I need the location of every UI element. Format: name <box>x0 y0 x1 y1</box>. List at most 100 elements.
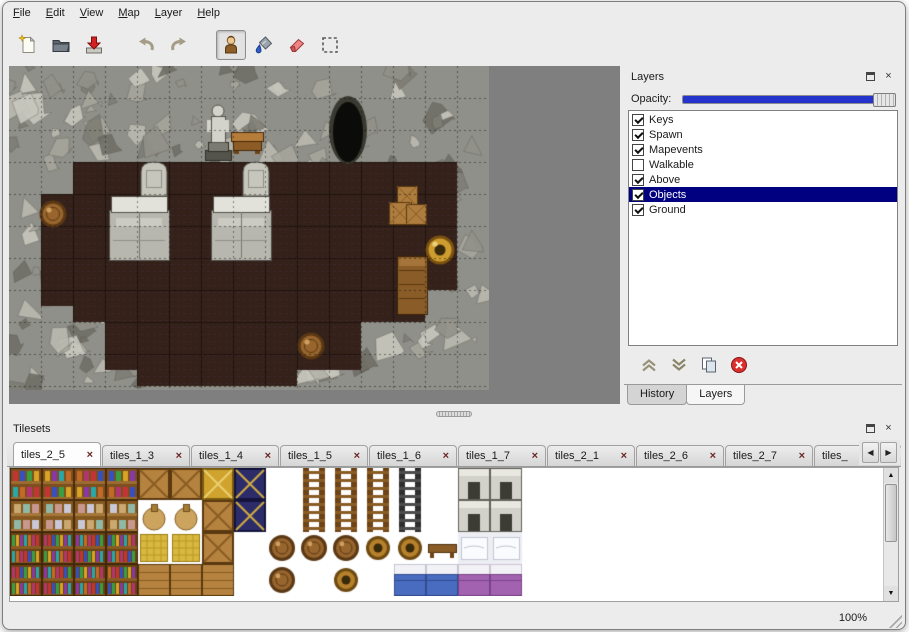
layer-toolbar <box>628 352 898 378</box>
menu-edit[interactable]: Edit <box>46 7 65 19</box>
layer-name: Objects <box>649 189 686 201</box>
layer-visible-checkbox[interactable] <box>632 174 644 186</box>
tab-close-icon[interactable]: × <box>799 451 805 462</box>
layer-name: Ground <box>649 204 686 216</box>
resize-grip[interactable] <box>887 613 902 628</box>
eraser-tool-icon <box>286 34 308 56</box>
tab-close-icon[interactable]: × <box>443 451 449 462</box>
layer-row-keys[interactable]: Keys <box>629 112 897 127</box>
tileset-tab-bar: tiles_2_5 × tiles_1_3 × tiles_1_4 × tile… <box>7 440 901 467</box>
duplicate-layer-button[interactable] <box>700 356 718 374</box>
layers-detach-button[interactable] <box>864 70 877 83</box>
layers-close-button[interactable]: × <box>882 70 895 83</box>
layers-panel-titlebar[interactable]: Layers × <box>628 68 898 85</box>
layer-name: Spawn <box>649 129 683 141</box>
raise-layer-button[interactable] <box>640 357 658 373</box>
layer-name: Mapevents <box>649 144 703 156</box>
raise-layer-icon <box>640 357 658 373</box>
tab-close-icon[interactable]: × <box>265 451 271 462</box>
tab-layers[interactable]: Layers <box>686 385 745 405</box>
opacity-row: Opacity: <box>628 90 898 108</box>
layer-row-walkable[interactable]: Walkable <box>629 157 897 172</box>
horizontal-splitter[interactable] <box>7 408 901 420</box>
close-icon: × <box>885 423 891 434</box>
tab-close-icon[interactable]: × <box>176 451 182 462</box>
tileset-content: ▲ ▼ <box>9 467 899 602</box>
eraser-tool-button[interactable] <box>282 30 312 60</box>
tileset-tab-tiles_2_1[interactable]: tiles_2_1 × <box>547 445 635 466</box>
select-tool-icon <box>319 34 341 56</box>
layer-row-objects[interactable]: Objects <box>629 187 897 202</box>
layer-row-above[interactable]: Above <box>629 172 897 187</box>
layer-visible-checkbox[interactable] <box>632 114 644 126</box>
layer-visible-checkbox[interactable] <box>632 204 644 216</box>
map-canvas[interactable] <box>9 66 489 390</box>
tab-close-icon[interactable]: × <box>354 451 360 462</box>
redo-button[interactable] <box>164 30 194 60</box>
layer-list: Keys Spawn Mapevents Walkable Above Obje… <box>628 110 898 346</box>
layer-visible-checkbox[interactable] <box>632 159 644 171</box>
stamp-tool-button[interactable] <box>216 30 246 60</box>
fill-tool-button[interactable] <box>249 30 279 60</box>
open-folder-button[interactable] <box>46 30 76 60</box>
tileset-tab-tiles_1_7[interactable]: tiles_1_7 × <box>458 445 546 466</box>
layer-row-spawn[interactable]: Spawn <box>629 127 897 142</box>
scroll-down-button[interactable]: ▼ <box>884 586 898 601</box>
opacity-slider-handle[interactable] <box>873 93 896 107</box>
tilesets-panel-title: Tilesets <box>13 423 51 435</box>
delete-layer-button[interactable] <box>730 356 748 374</box>
layer-row-mapevents[interactable]: Mapevents <box>629 142 897 157</box>
stamp-tool-icon <box>220 34 242 56</box>
scroll-tabs-right-button[interactable]: ▶ <box>880 442 897 463</box>
layer-name: Walkable <box>649 159 694 171</box>
toolbar <box>3 26 905 64</box>
tilesets-close-button[interactable]: × <box>882 422 895 435</box>
tileset-canvas[interactable] <box>10 468 554 596</box>
undo-button[interactable] <box>131 30 161 60</box>
tileset-tab-tiles_1_4[interactable]: tiles_1_4 × <box>191 445 279 466</box>
save-icon <box>83 34 105 56</box>
save-button[interactable] <box>79 30 109 60</box>
tab-close-icon[interactable]: × <box>87 450 93 461</box>
menu-view[interactable]: View <box>80 7 104 19</box>
layer-row-ground[interactable]: Ground <box>629 202 897 217</box>
detach-icon <box>866 424 875 433</box>
layer-visible-checkbox[interactable] <box>632 189 644 201</box>
layer-visible-checkbox[interactable] <box>632 129 644 141</box>
tilesets-panel-titlebar[interactable]: Tilesets × <box>10 420 898 437</box>
tileset-tab-tiles_2_5[interactable]: tiles_2_5 × <box>13 442 101 467</box>
select-tool-button[interactable] <box>315 30 345 60</box>
dock-tab-bar: History Layers <box>624 384 902 408</box>
scroll-up-button[interactable]: ▲ <box>884 468 898 483</box>
tileset-tab-tiles_2_7[interactable]: tiles_2_7 × <box>725 445 813 466</box>
tab-close-icon[interactable]: × <box>710 451 716 462</box>
tileset-tab-tiles_2_6[interactable]: tiles_2_6 × <box>636 445 724 466</box>
lower-layer-icon <box>670 357 688 373</box>
menu-layer[interactable]: Layer <box>155 7 183 19</box>
scrollbar-thumb[interactable] <box>885 484 897 542</box>
opacity-slider[interactable] <box>682 95 896 104</box>
scroll-tabs-left-button[interactable]: ◀ <box>862 442 879 463</box>
open-folder-icon <box>50 34 72 56</box>
menu-map[interactable]: Map <box>118 7 139 19</box>
lower-layer-button[interactable] <box>670 357 688 373</box>
splitter-grip-icon <box>436 411 472 417</box>
menu-help[interactable]: Help <box>197 7 220 19</box>
tilesets-detach-button[interactable] <box>864 422 877 435</box>
tab-scroll-arrows: ◀ ▶ <box>859 440 900 465</box>
layer-name: Above <box>649 174 680 186</box>
layer-visible-checkbox[interactable] <box>632 144 644 156</box>
tab-close-icon[interactable]: × <box>621 451 627 462</box>
tileset-tab-tiles_1_3[interactable]: tiles_1_3 × <box>102 445 190 466</box>
tileset-tab-tiles_1_5[interactable]: tiles_1_5 × <box>280 445 368 466</box>
status-bar: 100% <box>3 606 905 630</box>
tilesets-panel: Tilesets × tiles_2_5 × tiles_1_3 × tiles… <box>6 420 902 606</box>
menu-file[interactable]: File <box>13 7 31 19</box>
menu-bar: File Edit View Map Layer Help <box>3 2 905 24</box>
tab-history[interactable]: History <box>627 385 687 405</box>
opacity-label: Opacity: <box>631 93 671 105</box>
tab-close-icon[interactable]: × <box>532 451 538 462</box>
tileset-tab-tiles_1_6[interactable]: tiles_1_6 × <box>369 445 457 466</box>
new-file-button[interactable] <box>13 30 43 60</box>
map-viewport[interactable] <box>9 66 620 404</box>
